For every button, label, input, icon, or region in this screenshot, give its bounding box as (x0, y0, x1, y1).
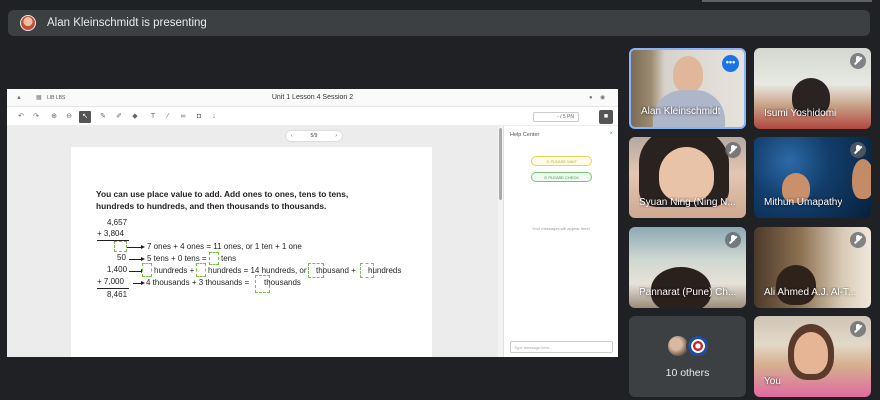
zoom-out-icon[interactable]: ⊖ (63, 111, 75, 123)
zoom-in-icon[interactable]: ⊕ (48, 111, 60, 123)
row-3-value: 1,400 (107, 265, 128, 274)
others-tile[interactable]: 10 others (629, 316, 746, 397)
heading-line-2: hundreds to hundreds, and then thousands… (96, 201, 327, 211)
presenting-text: Alan Kleinschmidt is presenting (47, 17, 207, 29)
pen-icon[interactable]: ✎ (97, 111, 109, 123)
shield-avatar-icon (686, 334, 710, 358)
row-2-text: 5 tens + 0 tens = (147, 254, 207, 263)
arrow-row-2 (129, 257, 145, 261)
mic-off-icon (850, 53, 866, 69)
row-1-text: 7 ones + 4 ones = 11 ones, or 1 ten + 1 … (147, 242, 302, 251)
meet-window: Alan Kleinschmidt is presenting ▲ ▦ LIB … (0, 0, 880, 400)
eyedropper-icon[interactable]: ⁄ (162, 111, 174, 123)
heading-line-1: You can use place value to add. Add ones… (96, 189, 349, 199)
participant-tile[interactable]: Syuan Ning (Ning N... (629, 137, 746, 218)
mic-off-icon (850, 232, 866, 248)
row-4-end: thousands (264, 278, 301, 287)
more-options-icon[interactable]: ••• (722, 55, 739, 72)
prev-page-button[interactable]: ‹ (291, 133, 293, 139)
page-zoom-box[interactable]: - / 5 PN (533, 112, 579, 122)
row-4-value: + 7,000 (97, 277, 124, 286)
participant-name: Ali Ahmed A.J. Al-T... (764, 287, 857, 298)
total-value: 8,461 (107, 290, 128, 299)
help-close-icon[interactable]: × (609, 131, 613, 137)
camera-icon[interactable]: ◘ (193, 111, 205, 123)
arrow-row-4 (133, 281, 145, 285)
participant-name: Isumi Yoshidomi (764, 108, 837, 119)
shape-icon[interactable]: ◆ (129, 111, 141, 123)
participant-video-2 (852, 159, 871, 199)
participant-tile[interactable]: Ali Ahmed A.J. Al-T... (754, 227, 871, 308)
others-avatars (666, 334, 712, 358)
participant-tile[interactable]: Isumi Yoshidomi (754, 48, 871, 129)
presenter-avatar (20, 15, 36, 31)
lesson-title: Unit 1 Lesson 4 Session 2 (271, 94, 354, 101)
mic-off-icon (850, 142, 866, 158)
participant-name: Syuan Ning (Ning N... (639, 197, 736, 208)
eye-icon[interactable]: ◉ (600, 95, 606, 101)
row-3-a: hundreds + (154, 266, 195, 275)
answer-box-h1[interactable] (142, 263, 152, 277)
participant-video (776, 265, 816, 305)
present-toggle-button[interactable]: ■ (599, 110, 613, 124)
participant-video (659, 147, 714, 202)
canvas-area[interactable]: ‹ 5/9 › You can use place value to add. … (7, 126, 498, 357)
mic-off-icon (850, 321, 866, 337)
participant-tile-presenter[interactable]: ••• Alan Kleinschmidt (629, 48, 746, 129)
row-4-text: 4 thousands + 3 thousands = (146, 278, 250, 287)
row-3-c: thousand + (316, 266, 356, 275)
help-center-panel: Help Center × ⊙ PLEASE WAIT ⊙ PLEASE CHE… (503, 126, 618, 357)
answer-box-tens[interactable] (209, 252, 219, 265)
undo-icon[interactable]: ↶ (15, 111, 27, 123)
row-2-end: tens (221, 254, 237, 263)
text-icon[interactable]: T (147, 111, 159, 123)
addend-2: + 3,804 (97, 229, 124, 238)
participant-tile[interactable]: Pannarat (Pune) Ch... (629, 227, 746, 308)
shared-screen[interactable]: ▲ ▦ LIB LBS Unit 1 Lesson 4 Session 2 ● … (7, 89, 618, 357)
drawing-toolbar: ↶ ↷ ⊕ ⊖ ↖ ✎ ✐ ◆ T ⁄ ∞ ◘ ↓ - / 5 PN ■ (7, 108, 618, 126)
answer-box-h2[interactable] (196, 263, 206, 277)
please-wait-button[interactable]: ⊙ PLEASE WAIT (531, 156, 592, 166)
answer-box-ones[interactable] (114, 241, 127, 252)
scroll-thumb[interactable] (499, 128, 502, 200)
highlighter-icon[interactable]: ✐ (113, 111, 125, 123)
participant-name: Mithun Umapathy (764, 197, 843, 208)
help-message-input[interactable]: Type message here... (510, 341, 613, 353)
row-2-value: 50 (117, 253, 126, 262)
addend-1: 4,657 (107, 218, 128, 227)
row-3-d: hundreds (368, 266, 402, 275)
participant-name: Pannarat (Pune) Ch... (639, 287, 737, 298)
self-tile[interactable]: You (754, 316, 871, 397)
help-center-title: Help Center (510, 132, 540, 138)
participant-video (794, 332, 828, 374)
top-strip (702, 0, 872, 2)
participant-name: Alan Kleinschmidt (641, 106, 721, 117)
app-titlebar: ▲ ▦ LIB LBS Unit 1 Lesson 4 Session 2 ● … (7, 89, 618, 107)
page-navigator: ‹ 5/9 › (285, 130, 343, 142)
row-3-b: hundreds = 14 hundreds, or (208, 266, 307, 275)
arrow-row-1 (127, 245, 145, 249)
download-icon[interactable]: ↓ (208, 111, 220, 123)
link-icon[interactable]: ∞ (177, 111, 189, 123)
pointer-icon[interactable]: ↖ (79, 111, 91, 123)
bell-icon[interactable]: ● (589, 95, 595, 101)
redo-icon[interactable]: ↷ (30, 111, 42, 123)
empty-messages-text: Your messages will appear here! (532, 226, 590, 231)
mic-off-icon (725, 142, 741, 158)
sum-line-2 (97, 288, 129, 289)
page-indicator: 5/9 (310, 133, 318, 139)
arrow-row-3 (129, 269, 145, 273)
mic-off-icon (725, 232, 741, 248)
presenting-banner: Alan Kleinschmidt is presenting (8, 10, 870, 36)
others-count: 10 others (665, 367, 710, 379)
participant-tile[interactable]: Mithun Umapathy (754, 137, 871, 218)
next-page-button[interactable]: › (335, 133, 337, 139)
lesson-page: You can use place value to add. Add ones… (71, 147, 432, 357)
participant-name: You (764, 376, 781, 387)
participant-video (673, 56, 703, 92)
please-check-button[interactable]: ⊙ PLEASE CHECK (531, 172, 592, 182)
